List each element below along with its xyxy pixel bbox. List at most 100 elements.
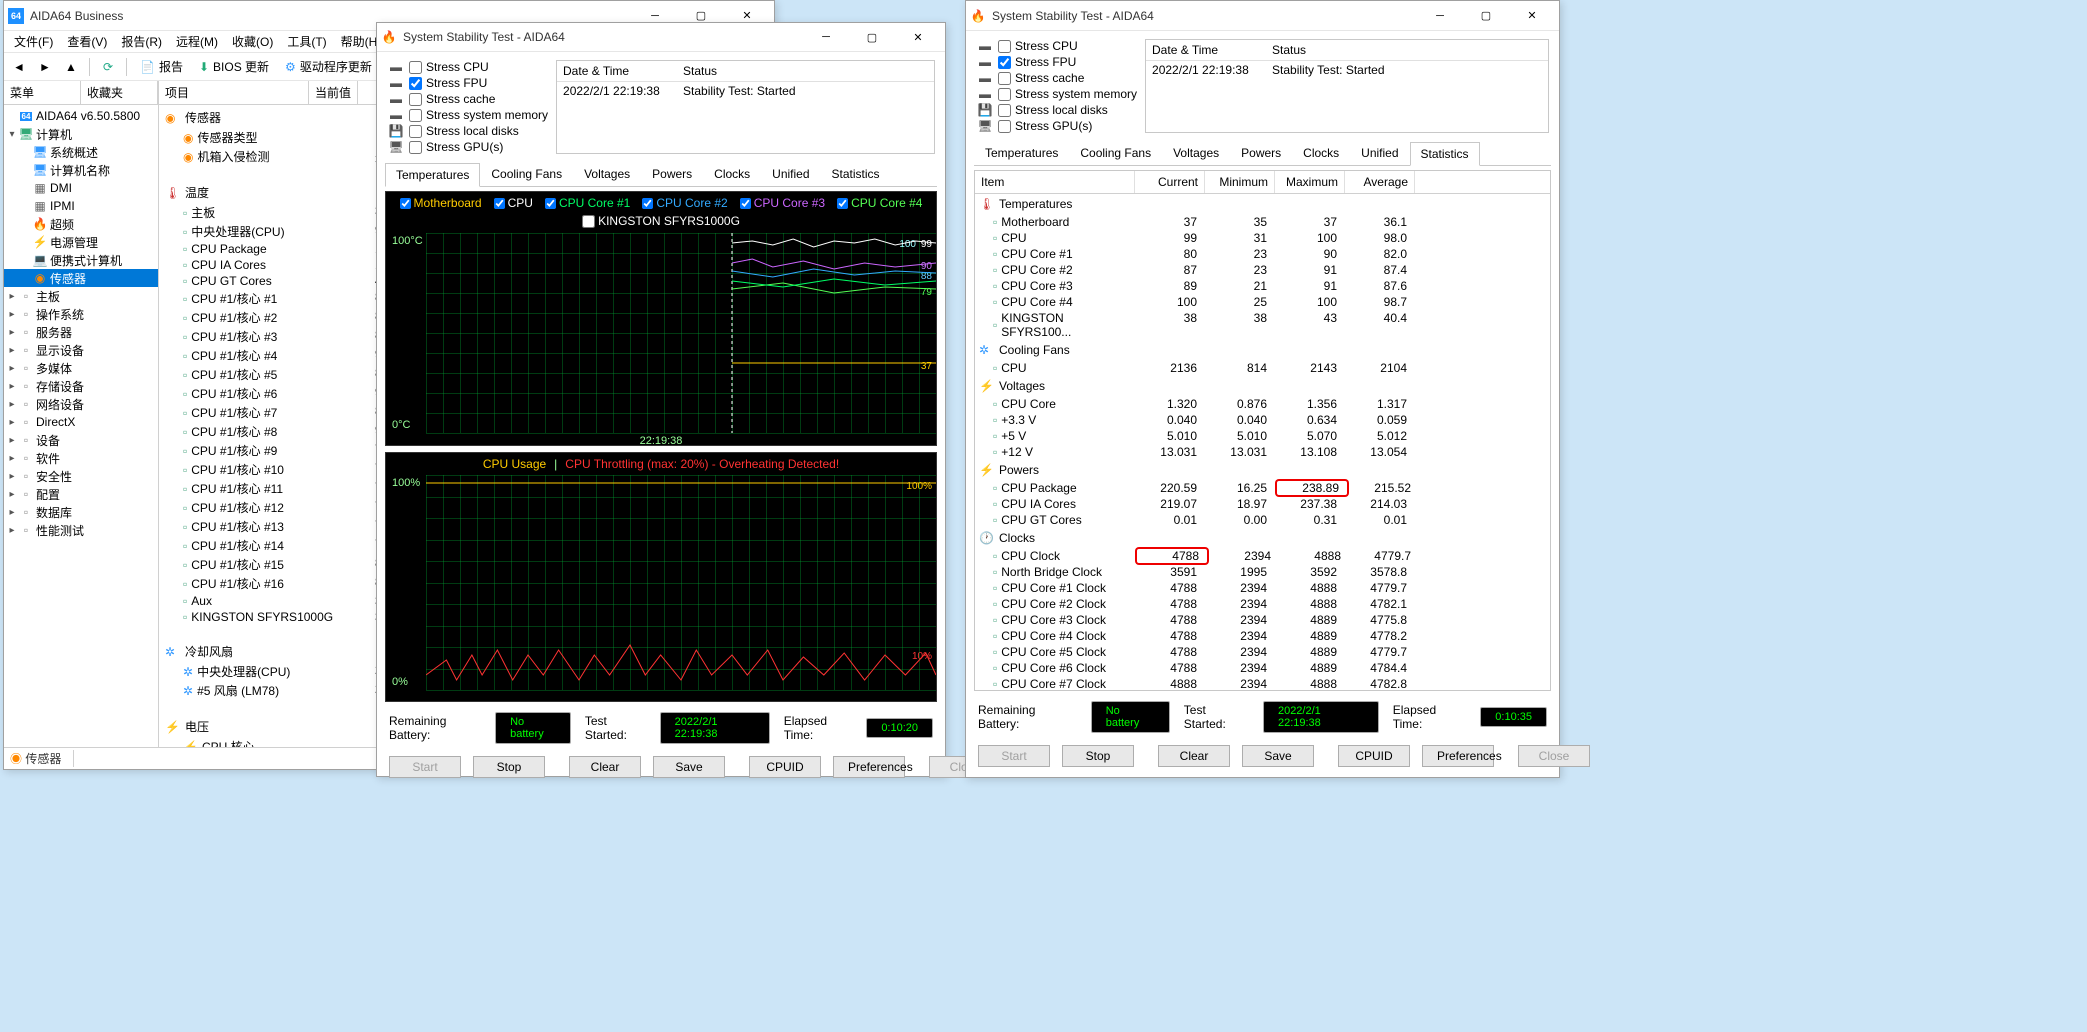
sst1-titlebar[interactable]: 🔥 System Stability Test - AIDA64 ─ ▢ ✕ bbox=[377, 23, 945, 52]
tree-item[interactable]: 🔥超频 bbox=[4, 215, 158, 233]
tree-item[interactable]: ▸▫DirectX bbox=[4, 413, 158, 431]
stats-row[interactable]: ▫CPU IA Cores219.0718.97237.38214.03 bbox=[975, 496, 1550, 512]
tree-item[interactable]: ▸▫软件 bbox=[4, 449, 158, 467]
save-button[interactable]: Save bbox=[653, 756, 725, 778]
stress-check[interactable]: ▬Stress system memory bbox=[387, 108, 548, 122]
start-button[interactable]: Start bbox=[978, 745, 1050, 767]
close-button[interactable]: ✕ bbox=[1509, 2, 1555, 30]
checkbox[interactable] bbox=[409, 141, 422, 154]
stats-row[interactable]: ▫CPU Core #3 Clock4788239448894775.8 bbox=[975, 612, 1550, 628]
stats-col[interactable]: Current bbox=[1135, 171, 1205, 193]
sst2-titlebar[interactable]: 🔥 System Stability Test - AIDA64 ─ ▢ ✕ bbox=[966, 1, 1559, 31]
menu-item[interactable]: 收藏(O) bbox=[226, 31, 279, 52]
tree-item[interactable]: ▦DMI bbox=[4, 179, 158, 197]
stats-col[interactable]: Item bbox=[975, 171, 1135, 193]
tree-item[interactable]: ▸▫数据库 bbox=[4, 503, 158, 521]
driver-update-button[interactable]: ⚙ 驱动程序更新 bbox=[279, 56, 378, 77]
checkbox[interactable] bbox=[998, 40, 1011, 53]
up-button[interactable]: ▲ bbox=[60, 56, 82, 78]
tree-item[interactable]: 💻便携式计算机 bbox=[4, 251, 158, 269]
tree-item[interactable]: 🖥系统概述 bbox=[4, 143, 158, 161]
tree-item[interactable]: ▸▫主板 bbox=[4, 287, 158, 305]
stats-row[interactable]: ▫CPU Core1.3200.8761.3561.317 bbox=[975, 396, 1550, 412]
close-button[interactable]: ✕ bbox=[895, 23, 941, 51]
checkbox[interactable] bbox=[998, 104, 1011, 117]
stats-row[interactable]: ▫CPU993110098.0 bbox=[975, 230, 1550, 246]
stress-check[interactable]: ▬Stress system memory bbox=[976, 87, 1137, 101]
tree-item[interactable]: ▸▫网络设备 bbox=[4, 395, 158, 413]
stats-row[interactable]: ▫CPU Package220.5916.25238.89215.52 bbox=[975, 480, 1550, 496]
maximize-button[interactable]: ▢ bbox=[1463, 2, 1509, 30]
tab-clocks[interactable]: Clocks bbox=[1292, 141, 1350, 165]
checkbox[interactable] bbox=[409, 61, 422, 74]
stats-row[interactable]: ▫CPU Core #287239187.4 bbox=[975, 262, 1550, 278]
tree-item[interactable]: 64AIDA64 v6.50.5800 bbox=[4, 107, 158, 125]
stats-row[interactable]: ▫KINGSTON SFYRS100...38384340.4 bbox=[975, 310, 1550, 340]
stats-row[interactable]: ▫CPU GT Cores0.010.000.310.01 bbox=[975, 512, 1550, 528]
stats-row[interactable]: ▫North Bridge Clock3591199535923578.8 bbox=[975, 564, 1550, 580]
stats-col[interactable]: Minimum bbox=[1205, 171, 1275, 193]
tree-item[interactable]: ▸▫显示设备 bbox=[4, 341, 158, 359]
tab-cooling-fans[interactable]: Cooling Fans bbox=[1069, 141, 1162, 165]
tree-item[interactable]: ⚡电源管理 bbox=[4, 233, 158, 251]
col-value[interactable]: 当前值 bbox=[309, 81, 358, 104]
checkbox[interactable] bbox=[409, 125, 422, 138]
legend-item[interactable]: CPU Core #2 bbox=[642, 196, 727, 210]
stats-row[interactable]: ▫CPU Core #389219187.6 bbox=[975, 278, 1550, 294]
stop-button[interactable]: Stop bbox=[1062, 745, 1134, 767]
clear-button[interactable]: Clear bbox=[569, 756, 641, 778]
stress-check[interactable]: 💾Stress local disks bbox=[387, 124, 548, 138]
stats-row[interactable]: ▫CPU Core #41002510098.7 bbox=[975, 294, 1550, 310]
col-item[interactable]: 项目 bbox=[159, 81, 309, 104]
col-datetime[interactable]: Date & Time bbox=[557, 61, 677, 81]
stats-row[interactable]: ▫CPU213681421432104 bbox=[975, 360, 1550, 376]
forward-button[interactable]: ► bbox=[34, 56, 56, 78]
stats-row[interactable]: ▫Motherboard37353736.1 bbox=[975, 214, 1550, 230]
refresh-button[interactable]: ⟳ bbox=[97, 56, 119, 78]
stats-col[interactable]: Maximum bbox=[1275, 171, 1345, 193]
stress-check[interactable]: ▬Stress FPU bbox=[387, 76, 548, 90]
col-datetime[interactable]: Date & Time bbox=[1146, 40, 1266, 60]
checkbox[interactable] bbox=[998, 72, 1011, 85]
tab-voltages[interactable]: Voltages bbox=[573, 162, 641, 186]
tab-voltages[interactable]: Voltages bbox=[1162, 141, 1230, 165]
tab-statistics[interactable]: Statistics bbox=[1410, 142, 1480, 166]
stats-row[interactable]: ▫CPU Core #5 Clock4788239448894779.7 bbox=[975, 644, 1550, 660]
legend-item[interactable]: CPU bbox=[494, 196, 533, 210]
start-button[interactable]: Start bbox=[389, 756, 461, 778]
sidebar-tab-fav[interactable]: 收藏夹 bbox=[81, 81, 158, 104]
tree-item[interactable]: ◉传感器 bbox=[4, 269, 158, 287]
save-button[interactable]: Save bbox=[1242, 745, 1314, 767]
legend-item[interactable]: CPU Core #1 bbox=[545, 196, 630, 210]
stop-button[interactable]: Stop bbox=[473, 756, 545, 778]
checkbox[interactable] bbox=[998, 120, 1011, 133]
tab-cooling-fans[interactable]: Cooling Fans bbox=[480, 162, 573, 186]
tab-clocks[interactable]: Clocks bbox=[703, 162, 761, 186]
clear-button[interactable]: Clear bbox=[1158, 745, 1230, 767]
tree-item[interactable]: ▸▫安全性 bbox=[4, 467, 158, 485]
stats-row[interactable]: ▫+5 V5.0105.0105.0705.012 bbox=[975, 428, 1550, 444]
stats-row[interactable]: ▫CPU Core #4 Clock4788239448894778.2 bbox=[975, 628, 1550, 644]
stress-check[interactable]: 🖥Stress GPU(s) bbox=[387, 140, 548, 154]
stress-check[interactable]: ▬Stress CPU bbox=[976, 39, 1137, 53]
tab-unified[interactable]: Unified bbox=[1350, 141, 1409, 165]
tab-temperatures[interactable]: Temperatures bbox=[974, 141, 1069, 165]
stress-check[interactable]: ▬Stress cache bbox=[976, 71, 1137, 85]
stats-row[interactable]: ▫CPU Core #7 Clock4888239448884782.8 bbox=[975, 676, 1550, 691]
stress-check[interactable]: ▬Stress cache bbox=[387, 92, 548, 106]
aida-tree[interactable]: 64AIDA64 v6.50.5800▾🖥计算机🖥系统概述🖥计算机名称▦DMI▦… bbox=[4, 105, 158, 747]
cpu-usage-graph[interactable]: CPU Usage | CPU Throttling (max: 20%) - … bbox=[385, 452, 937, 702]
tab-powers[interactable]: Powers bbox=[1230, 141, 1292, 165]
stats-row[interactable]: ▫CPU Core #6 Clock4788239448894784.4 bbox=[975, 660, 1550, 676]
checkbox[interactable] bbox=[409, 93, 422, 106]
legend-item[interactable]: CPU Core #4 bbox=[837, 196, 922, 210]
tree-item[interactable]: ▸▫多媒体 bbox=[4, 359, 158, 377]
menu-item[interactable]: 文件(F) bbox=[8, 31, 59, 52]
legend-item[interactable]: CPU Core #3 bbox=[740, 196, 825, 210]
checkbox[interactable] bbox=[998, 88, 1011, 101]
menu-item[interactable]: 工具(T) bbox=[281, 31, 332, 52]
stats-row[interactable]: ▫CPU Core #1 Clock4788239448884779.7 bbox=[975, 580, 1550, 596]
preferences-button[interactable]: Preferences bbox=[1422, 745, 1494, 767]
tree-item[interactable]: 🖥计算机名称 bbox=[4, 161, 158, 179]
tree-item[interactable]: ▸▫操作系统 bbox=[4, 305, 158, 323]
